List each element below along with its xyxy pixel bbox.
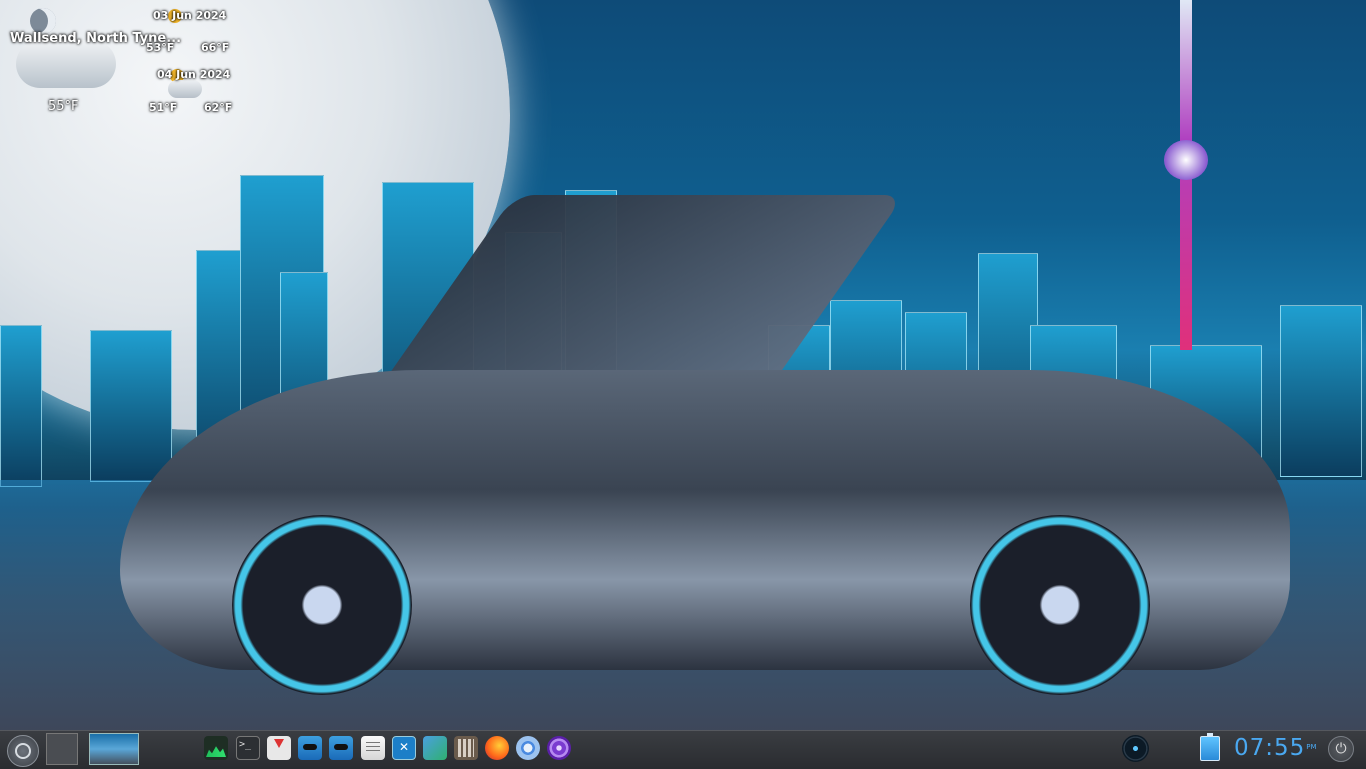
text-editor-icon[interactable]	[361, 736, 385, 760]
rain-icon	[168, 80, 202, 98]
media-player-icon[interactable]	[1122, 735, 1149, 762]
calculator-icon[interactable]	[454, 736, 478, 760]
wallpaper-building	[0, 325, 42, 487]
screenshot-icon[interactable]	[392, 736, 416, 760]
wallpaper-car-wheel	[232, 515, 412, 695]
chromium-icon[interactable]	[516, 736, 540, 760]
terminal-icon[interactable]: >_	[236, 736, 260, 760]
virtual-desktop-1[interactable]	[46, 733, 78, 765]
file-manager-icon[interactable]	[329, 736, 353, 760]
wallpaper-tower-pod	[1164, 140, 1208, 180]
wallpaper-building	[90, 330, 172, 482]
forecast-date: 04 Jun 2024	[157, 68, 231, 81]
inbox-icon[interactable]	[267, 736, 291, 760]
forecast-low: 51°F	[149, 101, 178, 114]
forecast-high: 66°F	[201, 41, 230, 54]
firefox-icon[interactable]	[485, 736, 509, 760]
clock-ampm: PM	[1306, 743, 1317, 751]
tor-browser-icon[interactable]	[547, 736, 571, 760]
virtual-desktop-2[interactable]	[89, 733, 139, 765]
forecast-high: 62°F	[204, 101, 233, 114]
forecast-date: 03 Jun 2024	[153, 9, 227, 22]
weather-current-temp: 55°F	[48, 99, 79, 114]
power-icon[interactable]: ⏻	[1328, 736, 1354, 762]
battery-icon[interactable]	[1200, 733, 1220, 761]
cloud-icon	[16, 40, 116, 88]
weather-widget[interactable]: Wallsend, North Tyne... 55°F 03 Jun 2024…	[0, 0, 240, 120]
clock-time: 07:55	[1234, 735, 1306, 761]
wallpaper-building	[1280, 305, 1362, 477]
digital-clock[interactable]: 07:55 PM	[1234, 733, 1317, 765]
terminal-glyph: >_	[239, 739, 252, 750]
wallpaper-car-wheel	[970, 515, 1150, 695]
application-launcher-icon[interactable]	[7, 735, 39, 767]
remote-desktop-icon[interactable]	[423, 736, 447, 760]
system-monitor-icon[interactable]	[204, 736, 228, 760]
forecast-low: 53°F	[146, 41, 175, 54]
file-manager-icon[interactable]	[298, 736, 322, 760]
